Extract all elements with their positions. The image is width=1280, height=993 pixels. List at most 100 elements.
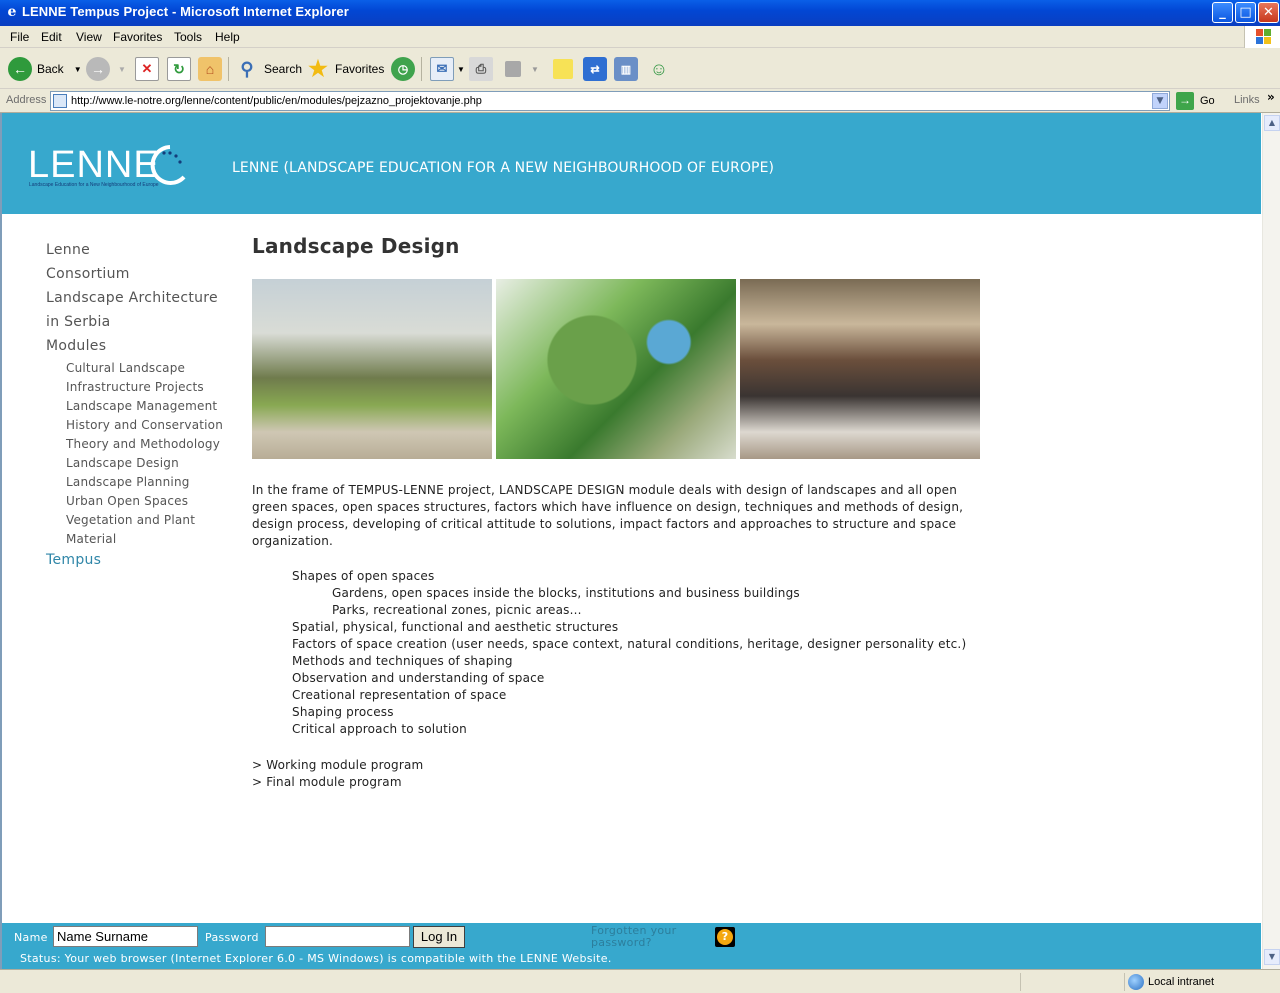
- nav-consortium[interactable]: Consortium: [46, 266, 130, 282]
- refresh-icon: ↻: [167, 57, 191, 81]
- nav-vegetation-plant[interactable]: Vegetation and Plant: [66, 513, 195, 527]
- help-icon: ?: [717, 929, 733, 945]
- print-icon: ⎙: [469, 57, 493, 81]
- nav-landscape-management[interactable]: Landscape Management: [66, 399, 217, 413]
- favorites-button[interactable]: ★ Favorites: [306, 55, 384, 83]
- list-item: Observation and understanding of space: [292, 671, 545, 685]
- edit-icon: [505, 61, 521, 77]
- menu-view[interactable]: View: [76, 30, 102, 44]
- windows-flag-icon: [1244, 26, 1280, 48]
- name-label: Name: [14, 931, 48, 944]
- login-button[interactable]: Log In: [413, 926, 465, 948]
- standard-toolbar: ← Back ▼ → ▼ ✕ ↻ ⌂ ⚲ Search ★ Favorites …: [0, 49, 1280, 89]
- address-dropdown-icon[interactable]: ▼: [1152, 93, 1168, 109]
- lenne-logo[interactable]: LENNE Landscape Education for a New Neig…: [28, 145, 188, 193]
- nav-history-conservation[interactable]: History and Conservation: [66, 418, 223, 432]
- toolbar-separator: [228, 57, 229, 81]
- scroll-down-icon[interactable]: ▼: [1264, 949, 1280, 965]
- help-button[interactable]: ?: [715, 927, 735, 947]
- ie-logo-icon: e: [7, 4, 17, 20]
- messenger-share-button[interactable]: ⇄: [583, 55, 607, 83]
- close-button[interactable]: ✕: [1258, 2, 1279, 23]
- browser-status-bar: Local intranet: [0, 969, 1280, 993]
- menu-favorites[interactable]: Favorites: [113, 30, 162, 44]
- window-title: LENNE Tempus Project - Microsoft Interne…: [22, 4, 349, 19]
- forgotten-password-link[interactable]: Forgotten your password?: [591, 925, 701, 949]
- menu-file[interactable]: File: [10, 30, 29, 44]
- nav-tempus[interactable]: Tempus: [46, 552, 101, 568]
- research-icon: ▥: [614, 57, 638, 81]
- nav-theory-methodology[interactable]: Theory and Methodology: [66, 437, 220, 451]
- list-item: Creational representation of space: [292, 688, 507, 702]
- research-button[interactable]: ▥: [614, 55, 638, 83]
- working-module-program-link[interactable]: > Working module program: [252, 758, 423, 772]
- refresh-button[interactable]: ↻: [167, 55, 191, 83]
- history-button[interactable]: ◷: [391, 55, 415, 83]
- home-icon: ⌂: [198, 57, 222, 81]
- address-input[interactable]: http://www.le-notre.org/lenne/content/pu…: [50, 91, 1170, 111]
- mail-dropdown-icon[interactable]: ▼: [457, 65, 465, 74]
- links-chevron-icon[interactable]: »: [1267, 90, 1275, 104]
- notes-icon: [553, 59, 573, 79]
- back-label: Back: [37, 62, 64, 76]
- nav-cultural-landscape[interactable]: Cultural Landscape: [66, 361, 185, 375]
- nav-material[interactable]: Material: [66, 532, 116, 546]
- nav-urban-open-spaces[interactable]: Urban Open Spaces: [66, 494, 188, 508]
- stop-button[interactable]: ✕: [135, 55, 159, 83]
- search-button[interactable]: ⚲ Search: [235, 55, 302, 83]
- share-icon: ⇄: [583, 57, 607, 81]
- favorites-star-icon: ★: [308, 56, 328, 81]
- list-item: Shaping process: [292, 705, 394, 719]
- nav-lenne[interactable]: Lenne: [46, 242, 90, 258]
- nav-infrastructure-projects[interactable]: Infrastructure Projects: [66, 380, 204, 394]
- password-input[interactable]: [265, 926, 410, 947]
- nav-modules[interactable]: Modules: [46, 338, 106, 354]
- go-arrow-icon: →: [1176, 92, 1194, 110]
- forward-dropdown-icon[interactable]: ▼: [118, 65, 126, 74]
- home-button[interactable]: ⌂: [198, 55, 222, 83]
- intro-paragraph: In the frame of TEMPUS-LENNE project, LA…: [252, 483, 964, 548]
- nav-landscape-architecture[interactable]: Landscape Architecture: [46, 290, 218, 306]
- eu-stars-icon: [150, 145, 186, 185]
- intranet-globe-icon: [1128, 974, 1144, 990]
- name-input[interactable]: [53, 926, 198, 947]
- toolbar-separator: [421, 57, 422, 81]
- back-arrow-icon: ←: [8, 57, 32, 81]
- mail-button[interactable]: ✉ ▼: [430, 55, 465, 83]
- print-button[interactable]: ⎙: [469, 55, 493, 83]
- forward-button[interactable]: → ▼: [86, 55, 126, 83]
- list-item: Shapes of open spaces: [292, 569, 435, 583]
- edit-button[interactable]: ▼: [505, 55, 539, 83]
- back-button[interactable]: ← Back ▼: [8, 55, 82, 83]
- search-label: Search: [264, 62, 303, 76]
- final-module-program-link[interactable]: > Final module program: [252, 775, 402, 789]
- go-button[interactable]: → Go: [1176, 92, 1215, 110]
- discuss-button[interactable]: [553, 55, 573, 83]
- messenger-people-icon: ☺: [649, 58, 669, 79]
- vertical-scrollbar[interactable]: ▲ ▼: [1262, 113, 1280, 969]
- photo-students-exhibition: [740, 279, 980, 459]
- status-pane: [1124, 973, 1125, 991]
- list-subitem: Gardens, open spaces inside the blocks, …: [332, 586, 800, 600]
- menu-help[interactable]: Help: [215, 30, 240, 44]
- nav-in-serbia[interactable]: in Serbia: [46, 314, 111, 330]
- back-dropdown-icon[interactable]: ▼: [74, 65, 82, 74]
- photo-park-bench: [252, 279, 492, 459]
- mail-icon: ✉: [430, 57, 454, 81]
- messenger-button[interactable]: ☺: [647, 55, 671, 83]
- edit-dropdown-icon[interactable]: ▼: [531, 65, 539, 74]
- browser-compat-status: Status: Your web browser (Internet Explo…: [20, 952, 612, 965]
- menu-tools[interactable]: Tools: [174, 30, 202, 44]
- favorites-label: Favorites: [335, 62, 385, 76]
- maximize-button[interactable]: □: [1235, 2, 1256, 23]
- links-button[interactable]: Links: [1234, 94, 1260, 106]
- banner-title: LENNE (LANDSCAPE EDUCATION FOR A NEW NEI…: [232, 160, 775, 176]
- menu-edit[interactable]: Edit: [41, 30, 62, 44]
- minimize-button[interactable]: _: [1212, 2, 1233, 23]
- address-url[interactable]: http://www.le-notre.org/lenne/content/pu…: [71, 95, 482, 107]
- status-pane: [1020, 973, 1021, 991]
- search-icon: ⚲: [240, 58, 254, 79]
- nav-landscape-design[interactable]: Landscape Design: [66, 456, 179, 470]
- nav-landscape-planning[interactable]: Landscape Planning: [66, 475, 190, 489]
- scroll-up-icon[interactable]: ▲: [1264, 115, 1280, 131]
